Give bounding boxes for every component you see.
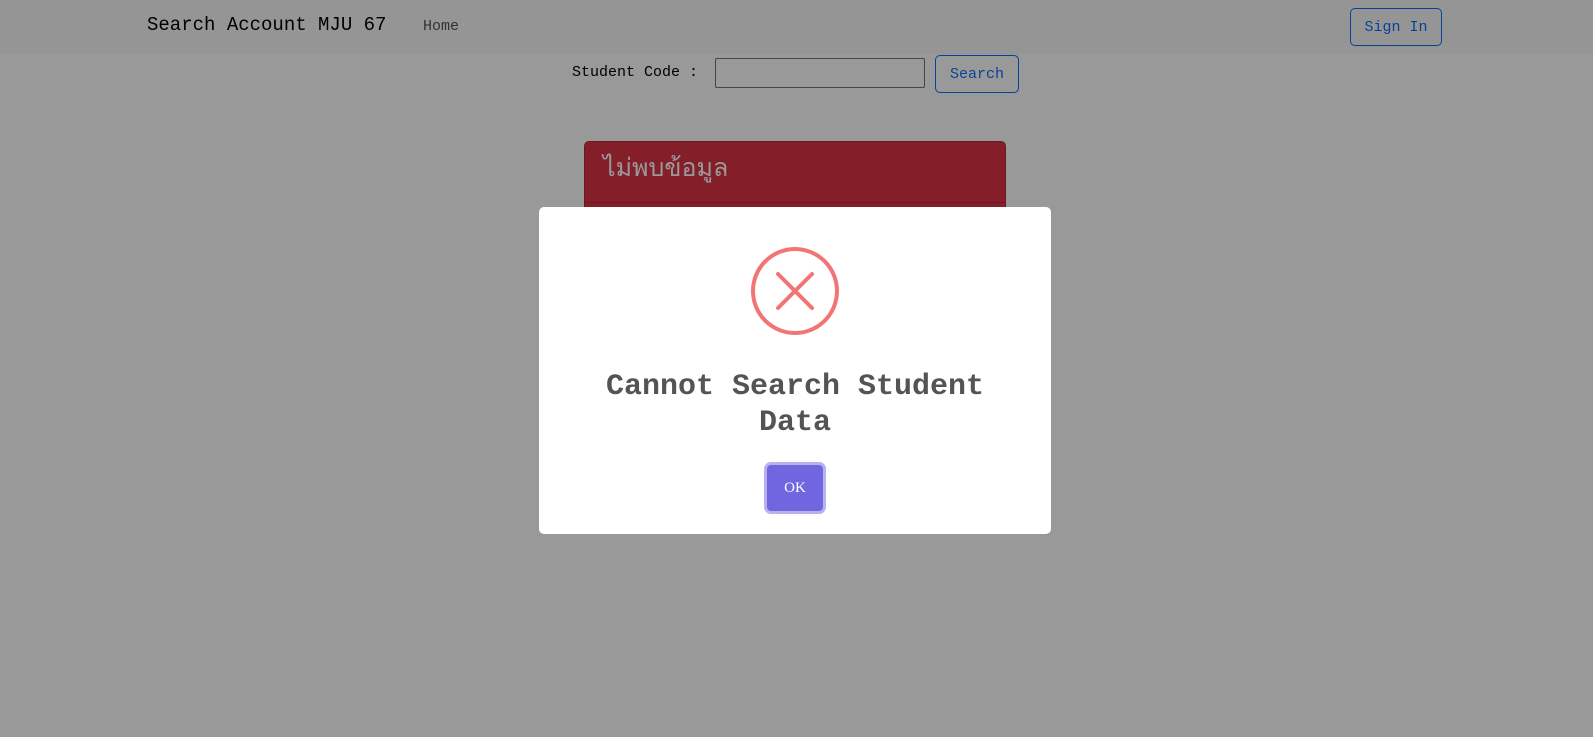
dialog-title: Cannot Search Student Data [605, 370, 985, 440]
error-x-icon [751, 247, 839, 335]
page: Search Account MJU 67 Home Sign In Stude… [0, 0, 1593, 737]
error-dialog: Cannot Search Student Data OK [539, 207, 1051, 534]
ok-button[interactable]: OK [767, 465, 823, 511]
